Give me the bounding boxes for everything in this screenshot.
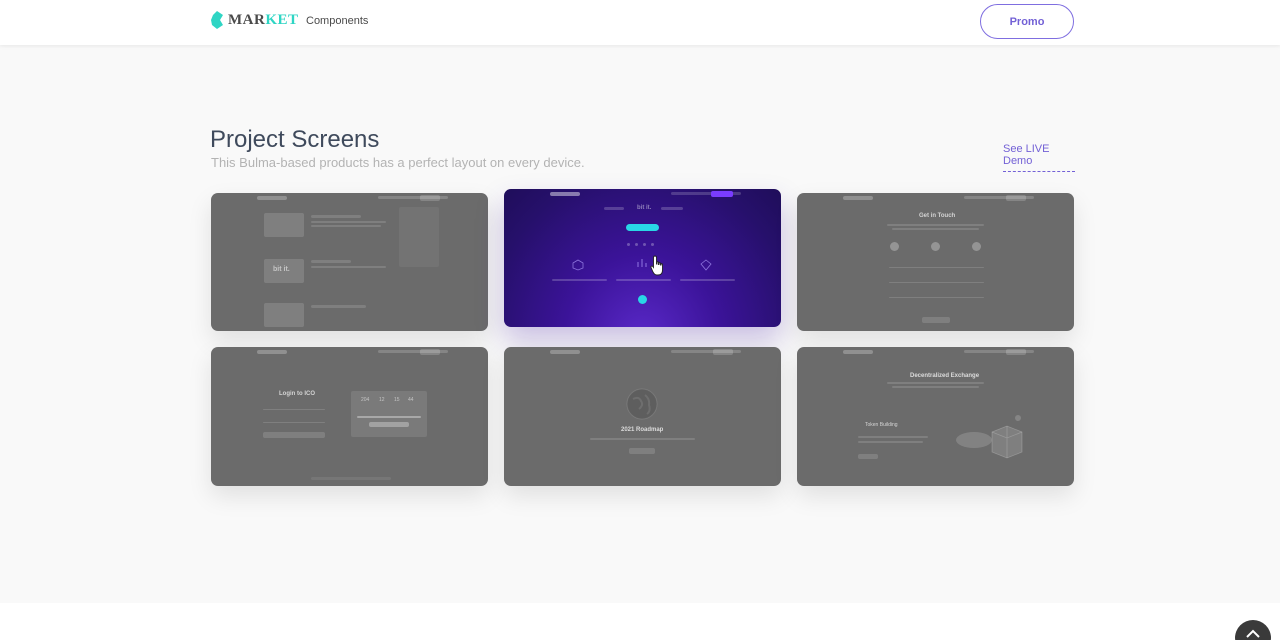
countdown-value: 44	[408, 397, 414, 403]
card-mini-logo	[257, 196, 287, 200]
screen-card-roadmap[interactable]: 2021 Roadmap	[504, 347, 781, 486]
card-logo-text: bit it.	[273, 266, 290, 273]
card-contact-icon	[890, 242, 899, 251]
footer-strip	[0, 603, 1280, 640]
card-mini-logo	[843, 350, 873, 354]
card-dot	[643, 243, 646, 246]
card-cta-pill	[626, 224, 659, 231]
countdown-value: 12	[379, 397, 385, 403]
card-text-line	[311, 266, 386, 268]
screen-card-features[interactable]: bit it.	[504, 189, 781, 327]
card-text-line	[311, 260, 351, 263]
card-mini-logo	[550, 192, 580, 196]
card-mini-button	[711, 191, 733, 197]
card-text-line	[590, 438, 695, 440]
card-heading: Login to ICO	[279, 391, 315, 397]
see-live-demo-link[interactable]: See LIVE Demo	[1003, 143, 1075, 172]
card-form-field	[889, 297, 984, 298]
nav-link-components[interactable]: Components	[306, 15, 368, 27]
card-button	[858, 454, 878, 459]
card-text-line	[311, 225, 381, 227]
chart-icon	[637, 259, 647, 267]
card-submit-button	[263, 432, 325, 438]
card-mini-button	[420, 349, 440, 355]
card-text-line	[892, 228, 979, 230]
card-thumbnail	[264, 303, 304, 327]
card-dot	[651, 243, 654, 246]
screen-card-login[interactable]: Login to ICO 204 12 15 44	[211, 347, 488, 486]
card-dot	[635, 243, 638, 246]
card-mini-button	[713, 349, 733, 355]
card-subheading: Token Building	[865, 422, 898, 428]
hand-pointer-icon	[650, 255, 663, 276]
card-mini-navbar	[211, 347, 488, 357]
card-form-field	[263, 422, 325, 423]
card-partner-logos	[311, 477, 391, 480]
isometric-blocks-icon	[956, 415, 1023, 459]
chevron-up-icon	[1246, 629, 1260, 638]
card-mini-navbar	[797, 347, 1074, 357]
card-mini-button	[1006, 349, 1026, 355]
card-mini-navbar	[797, 193, 1074, 203]
card-thumbnail	[264, 213, 304, 237]
countdown-value: 15	[394, 397, 400, 403]
card-text-line	[680, 279, 735, 281]
card-text-line	[887, 224, 984, 226]
card-sidebar	[399, 207, 439, 267]
gem-icon	[700, 259, 712, 271]
card-form-field	[263, 409, 325, 410]
card-mini-button	[1006, 195, 1026, 201]
leaf-logo-icon	[211, 11, 223, 29]
card-contact-icon	[931, 242, 940, 251]
card-text-line	[311, 221, 386, 223]
screen-card-exchange[interactable]: Decentralized Exchange Token Building	[797, 347, 1074, 486]
card-mini-navbar	[211, 193, 488, 203]
card-partner-logo	[661, 207, 683, 210]
card-mini-navbar	[504, 189, 781, 199]
card-text-line	[311, 215, 361, 218]
card-text-line	[887, 382, 984, 384]
card-text-line	[552, 279, 607, 281]
card-heading: Get in Touch	[919, 213, 956, 219]
section-subtitle: This Bulma-based products has a perfect …	[211, 155, 585, 170]
card-form-field	[889, 282, 984, 283]
card-button	[629, 448, 655, 454]
card-text-line	[616, 279, 671, 281]
card-contact-icon	[972, 242, 981, 251]
card-text-line	[892, 386, 979, 388]
card-partner-logo	[604, 207, 624, 210]
section-title: Project Screens	[210, 126, 380, 153]
card-button	[369, 422, 409, 427]
brand-logo-link[interactable]: MARKET	[211, 11, 299, 29]
card-text-line	[311, 305, 366, 308]
card-scroll-dot	[638, 295, 647, 304]
brand-name: MARKET	[228, 11, 299, 28]
card-mini-logo	[550, 350, 580, 354]
promo-button[interactable]: Promo	[980, 4, 1074, 39]
top-navbar: MARKET Components Promo	[0, 0, 1280, 45]
card-progress-bar	[357, 416, 421, 418]
card-mini-button	[420, 195, 440, 201]
countdown-value: 204	[361, 397, 370, 403]
screen-card-contact[interactable]: Get in Touch	[797, 193, 1074, 331]
card-form-field	[889, 267, 984, 268]
globe-icon	[626, 388, 658, 420]
card-submit-button	[922, 317, 950, 323]
screen-card-portfolio[interactable]: bit it.	[211, 193, 488, 331]
card-logo-text: bit it.	[637, 205, 652, 211]
card-mini-navbar	[504, 347, 781, 357]
card-mini-logo	[843, 196, 873, 200]
card-text-line	[858, 441, 923, 443]
cube-icon	[572, 259, 584, 271]
card-mini-logo	[257, 350, 287, 354]
card-dot	[627, 243, 630, 246]
card-heading: 2021 Roadmap	[621, 427, 664, 433]
card-text-line	[858, 436, 928, 438]
card-heading: Decentralized Exchange	[910, 373, 980, 379]
